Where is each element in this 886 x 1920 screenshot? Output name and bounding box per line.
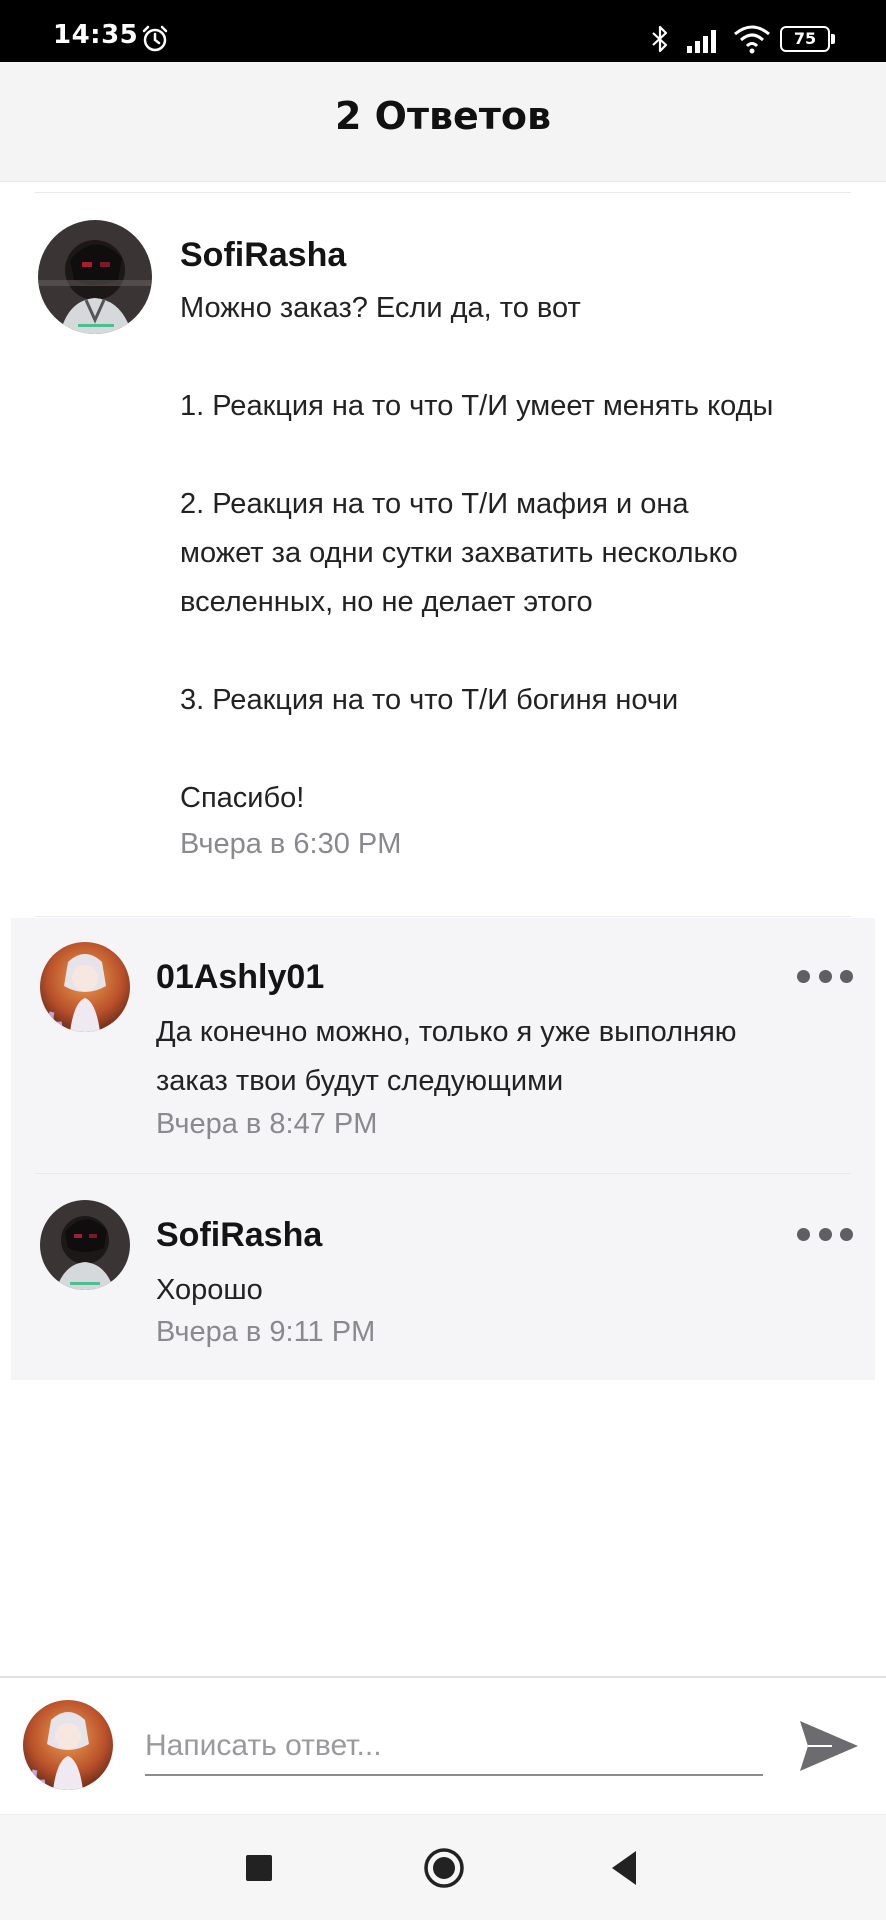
comment-text-line: Можно заказ? Если да, то вот (180, 292, 581, 324)
page-title: 2 Ответов (335, 94, 551, 138)
avatar-image (40, 942, 130, 1032)
status-time: 14:35 (53, 20, 139, 50)
reply-text-line: Хорошо (156, 1274, 263, 1306)
comment-text-line: 2. Реакция на то что Т/И мафия и она (180, 488, 689, 520)
thread-header: 2 Ответов (0, 62, 886, 182)
bluetooth-icon (652, 25, 668, 53)
more-horizontal-icon (797, 969, 810, 983)
comment-timestamp: Вчера в 6:30 PM (180, 828, 402, 860)
reply-input[interactable] (145, 1726, 763, 1776)
battery-level: 75 (793, 29, 817, 48)
avatar[interactable] (40, 1200, 130, 1290)
reply-timestamp: Вчера в 8:47 PM (156, 1108, 378, 1140)
reply-bar (0, 1676, 886, 1814)
comment-text-line: 1. Реакция на то что Т/И умеет менять ко… (180, 390, 774, 422)
avatar[interactable] (40, 942, 130, 1032)
comment-text-line: 3. Реакция на то что Т/И богиня ночи (180, 684, 679, 716)
divider (35, 192, 851, 193)
back-icon[interactable] (608, 1849, 640, 1887)
comment-text-line: Спасибо! (180, 782, 305, 814)
recent-apps-icon[interactable] (246, 1855, 272, 1881)
more-horizontal-icon (797, 1227, 810, 1241)
comment-text-line: может за одни сутки захватить несколько (180, 537, 738, 569)
divider (35, 1173, 851, 1174)
signal-icon (687, 30, 716, 53)
reply-text-line: заказ твои будут следующими (156, 1065, 564, 1097)
avatar-image (38, 220, 152, 334)
system-nav-bar (0, 1814, 886, 1920)
reply-author[interactable]: 01Ashly01 (156, 958, 324, 997)
reply-text-line: Да конечно можно, только я уже выполняю (156, 1016, 737, 1048)
avatar-image (40, 1200, 130, 1290)
comment-text-line: вселенных, но не делает этого (180, 586, 593, 618)
reply-timestamp: Вчера в 9:11 PM (156, 1316, 376, 1348)
send-icon[interactable] (796, 1713, 862, 1779)
more-options-button[interactable] (797, 966, 853, 986)
avatar[interactable] (38, 220, 152, 334)
alarm-icon (142, 25, 168, 52)
comment-author[interactable]: SofiRasha (180, 236, 346, 275)
replies-section (11, 918, 875, 1380)
my-avatar[interactable] (23, 1700, 113, 1790)
reply-author[interactable]: SofiRasha (156, 1216, 322, 1255)
divider (35, 916, 851, 917)
status-bar: 14:35 75 (0, 0, 886, 62)
wifi-icon (734, 25, 770, 54)
avatar-image (23, 1700, 113, 1790)
more-options-button[interactable] (797, 1224, 853, 1244)
home-icon[interactable] (423, 1847, 465, 1889)
battery-icon: 75 (780, 26, 836, 52)
